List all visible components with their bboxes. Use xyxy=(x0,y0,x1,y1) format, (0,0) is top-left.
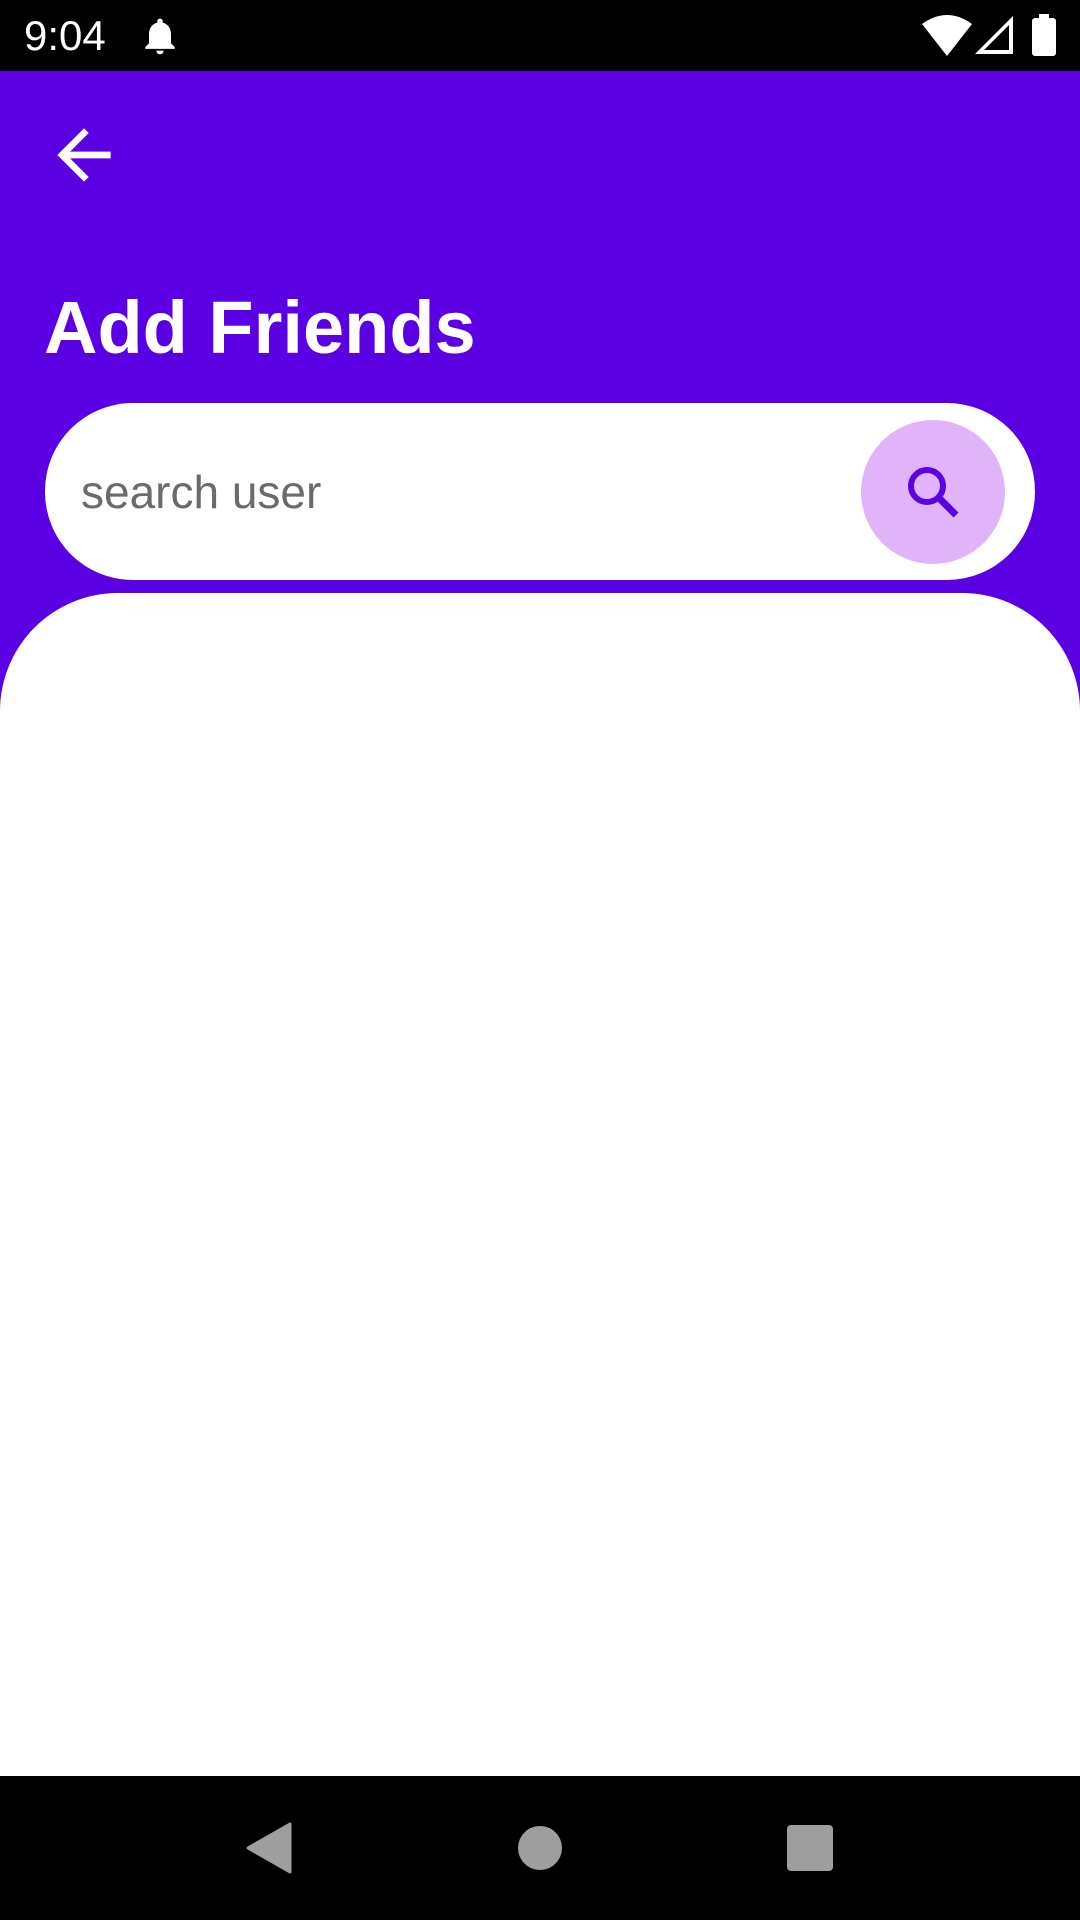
wifi-icon xyxy=(922,15,972,56)
notification-bell-icon xyxy=(145,18,175,55)
back-triangle-icon xyxy=(246,1822,292,1874)
nav-back-button[interactable] xyxy=(196,1776,340,1920)
page-title: Add Friends xyxy=(44,286,476,369)
cell-signal-icon xyxy=(975,16,1013,54)
status-bar: 9:04 xyxy=(0,0,1080,71)
arrow-back-icon[interactable] xyxy=(44,115,124,195)
battery-icon xyxy=(1032,14,1056,56)
navigation-bar xyxy=(0,1776,1080,1920)
search-icon xyxy=(908,467,959,518)
nav-home-button[interactable] xyxy=(468,1776,612,1920)
recents-square-icon xyxy=(787,1825,833,1871)
home-circle-icon xyxy=(518,1826,562,1870)
status-time: 9:04 xyxy=(24,12,106,59)
search-bar xyxy=(45,403,1035,580)
search-button[interactable] xyxy=(861,420,1005,564)
nav-recents-button[interactable] xyxy=(738,1776,882,1920)
results-sheet xyxy=(0,593,1080,1776)
search-input[interactable] xyxy=(81,447,861,537)
